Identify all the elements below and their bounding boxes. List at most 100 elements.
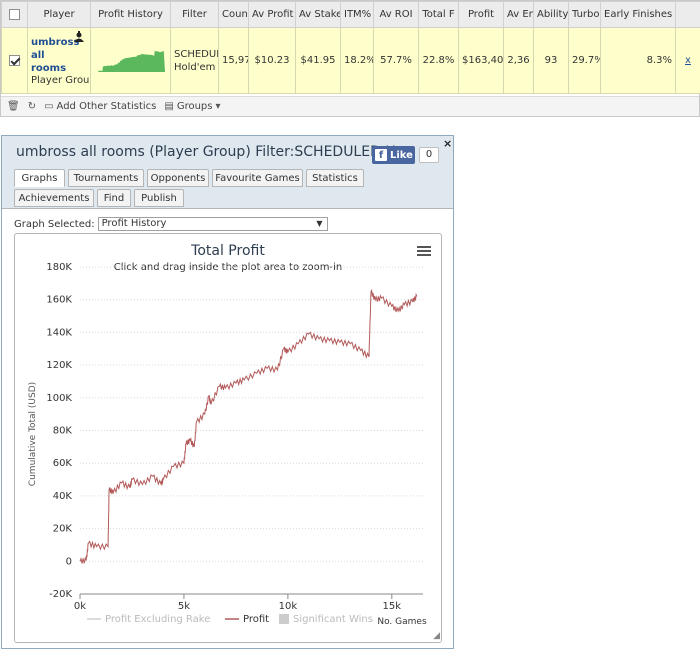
tab-find[interactable]: Find	[97, 189, 131, 207]
y-tick-label: 160K	[46, 295, 72, 306]
tab-graphs[interactable]: Graphs	[14, 169, 65, 187]
profit-series-line	[79, 288, 418, 564]
col-header-total-f[interactable]: Total F	[418, 1, 459, 28]
remove-row-link[interactable]: x	[685, 55, 691, 66]
player-name-link[interactable]: umbross all rooms	[31, 36, 79, 75]
y-tick-label: -20K	[49, 589, 72, 600]
window-title: umbross all rooms (Player Group) Filter:…	[16, 144, 396, 160]
stats-table: Player Profit History Filter Count Av Pr…	[1, 1, 700, 94]
early-finishes-cell: 8.3%	[600, 27, 676, 94]
add-columns-icon: ▭	[44, 101, 54, 112]
y-tick-label: 120K	[46, 360, 72, 371]
col-header-ability[interactable]: Ability	[533, 1, 569, 28]
graph-window: umbross all rooms (Player Group) Filter:…	[1, 135, 454, 649]
col-header-profit-history[interactable]: Profit History	[90, 1, 171, 28]
dropdown-arrow-icon: ▼	[316, 219, 323, 228]
facebook-like-button[interactable]: f Like	[372, 146, 415, 164]
x-tick-label: 5k	[178, 601, 190, 612]
chart-container[interactable]: Total Profit Click and drag inside the p…	[14, 233, 442, 643]
facebook-icon: f	[375, 149, 387, 161]
av-en-cell: 2,36	[503, 27, 534, 94]
graph-tab-content: Graph Selected: Profit History ▼ Total P…	[2, 208, 453, 648]
graph-select-value: Profit History	[101, 218, 167, 229]
col-header-early-finishes[interactable]: Early Finishes	[600, 1, 676, 28]
col-header-av-stake[interactable]: Av Stake	[295, 1, 341, 28]
x-tick-label: 0k	[74, 601, 86, 612]
chevron-down-icon: ▾	[215, 101, 221, 112]
col-header-turbo[interactable]: Turbo	[568, 1, 601, 28]
turbo-cell: 29.7%	[568, 27, 601, 94]
add-statistics-button[interactable]: ▭ Add Other Statistics	[44, 101, 156, 112]
table-row[interactable]: umbross all rooms Player Group SCHEDULED…	[1, 27, 700, 94]
player-group-icon	[74, 31, 84, 42]
tab-publish[interactable]: Publish	[134, 189, 184, 207]
graph-selected-label: Graph Selected:	[14, 218, 95, 230]
graph-select-dropdown[interactable]: Profit History ▼	[97, 217, 328, 231]
av-profit-cell: $10.23	[248, 27, 296, 94]
y-tick-label: 40K	[53, 491, 73, 502]
groups-icon: ▤	[164, 101, 174, 112]
sparkline-area	[96, 50, 165, 72]
col-header-profit[interactable]: Profit	[458, 1, 504, 28]
player-type: Player Group	[31, 74, 91, 86]
groups-dropdown[interactable]: ▤ Groups ▾	[164, 101, 220, 112]
tab-achievements[interactable]: Achievements	[14, 189, 94, 207]
ability-cell: 93	[533, 27, 569, 94]
groups-label: Groups	[176, 101, 213, 112]
col-header-count[interactable]: Count	[218, 1, 249, 28]
x-tick-label: 10k	[279, 601, 298, 612]
profit-history-cell[interactable]	[90, 27, 171, 94]
col-header-itm[interactable]: ITM%	[340, 1, 374, 28]
legend-swatch-significant-wins	[279, 614, 289, 624]
y-tick-label: 140K	[46, 327, 72, 338]
graph-select-row: Graph Selected: Profit History ▼	[14, 217, 328, 231]
y-tick-label: 180K	[46, 262, 72, 273]
tab-favourite-games[interactable]: Favourite Games	[212, 169, 303, 187]
y-tick-label: 80K	[53, 426, 73, 437]
x-axis-label: No. Games	[377, 617, 427, 627]
trash-icon[interactable]: 🗑	[7, 101, 20, 112]
y-tick-label: 0	[66, 556, 72, 567]
y-tick-label: 60K	[53, 458, 73, 469]
row-checkbox[interactable]	[9, 54, 20, 66]
legend-label-profit-excluding-rake: Profit Excluding Rake	[105, 614, 210, 625]
y-tick-label: 100K	[46, 393, 72, 404]
x-tick-label: 15k	[383, 601, 402, 612]
col-header-filter[interactable]: Filter	[170, 1, 219, 28]
select-all-checkbox[interactable]	[9, 8, 20, 20]
row-select-cell[interactable]	[1, 27, 28, 94]
stats-panel: Player Profit History Filter Count Av Pr…	[0, 0, 700, 117]
add-statistics-label: Add Other Statistics	[56, 101, 157, 112]
profit-cell: $163,40	[458, 27, 504, 94]
col-header-player[interactable]: Player	[27, 1, 91, 28]
y-axis-label: Cumulative Total (USD)	[28, 382, 38, 486]
col-header-av-profit[interactable]: Av Profit	[248, 1, 296, 28]
itm-cell: 18.2%	[340, 27, 374, 94]
av-roi-cell: 57.7%	[373, 27, 419, 94]
chart-title: Total Profit	[190, 243, 265, 259]
select-all-header[interactable]	[1, 1, 28, 28]
refresh-icon[interactable]: ↻	[28, 101, 36, 112]
legend-label-profit: Profit	[243, 614, 269, 625]
legend-label-significant-wins: Significant Wins	[293, 614, 373, 625]
col-header-av-en[interactable]: Av En	[503, 1, 534, 28]
count-cell: 15,97	[218, 27, 249, 94]
facebook-like-label: Like	[390, 149, 413, 161]
remove-cell: x	[675, 27, 700, 94]
col-header-av-roi[interactable]: Av ROI	[373, 1, 419, 28]
stats-toolbar: 🗑 ↻ ▭ Add Other Statistics ▤ Groups ▾	[1, 96, 699, 116]
total-f-cell: 22.8%	[418, 27, 459, 94]
y-tick-label: 20K	[53, 524, 73, 535]
resize-grip-icon[interactable]: ◢	[433, 631, 440, 641]
profit-chart[interactable]: Total Profit Click and drag inside the p…	[15, 234, 441, 642]
facebook-like-count: 0	[419, 147, 439, 163]
av-stake-cell: $41.95	[295, 27, 341, 94]
table-header-row: Player Profit History Filter Count Av Pr…	[1, 1, 700, 28]
close-icon[interactable]: ×	[443, 137, 452, 150]
tab-statistics[interactable]: Statistics	[306, 169, 364, 187]
player-cell: umbross all rooms Player Group	[27, 27, 91, 94]
tab-opponents[interactable]: Opponents	[147, 169, 209, 187]
profit-sparkline[interactable]	[96, 50, 165, 72]
tab-tournaments[interactable]: Tournaments	[68, 169, 144, 187]
chart-menu-icon[interactable]	[417, 246, 431, 256]
